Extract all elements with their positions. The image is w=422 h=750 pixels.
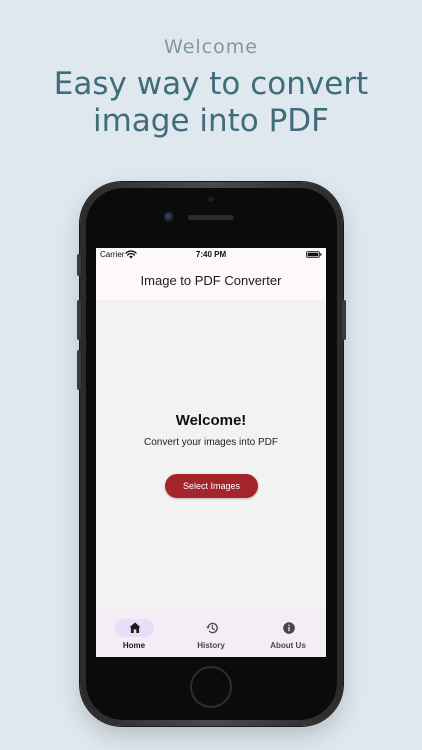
volume-up-button [77, 300, 81, 340]
history-icon [206, 622, 218, 634]
proximity-sensor [208, 196, 214, 202]
nav-item-about-us[interactable]: About Us [250, 611, 326, 657]
promo-headline-line-1: Easy way to convert [53, 66, 369, 102]
home-hardware-button [190, 666, 232, 708]
app-title: Image to PDF Converter [140, 273, 282, 288]
nav-item-history[interactable]: History [173, 611, 249, 657]
nav-label-history: History [197, 641, 225, 650]
home-icon [129, 622, 141, 633]
nav-label-home: Home [122, 641, 146, 650]
welcome-heading: Welcome! [175, 412, 247, 429]
app-bar: Image to PDF Converter [96, 262, 326, 300]
promo-eyebrow: Welcome [164, 36, 258, 58]
mute-switch [77, 254, 81, 276]
info-icon [283, 622, 295, 634]
earpiece-speaker [188, 215, 234, 220]
status-bar: Carrier 7:40 PM [96, 248, 326, 262]
main-content: Welcome! Convert your images into PDF Se… [96, 300, 326, 611]
battery-icon [306, 251, 322, 258]
app-screen: Carrier 7:40 PM Image to PDF Converter W… [96, 248, 326, 657]
front-camera-icon [164, 212, 174, 222]
welcome-subtitle: Convert your images into PDF [144, 437, 278, 448]
promo-headline-line-2: image into PDF [92, 103, 330, 139]
volume-down-button [77, 350, 81, 390]
power-button [342, 300, 346, 340]
nav-label-about-us: About Us [270, 641, 306, 650]
status-time: 7:40 PM [195, 250, 227, 259]
select-images-button[interactable]: Select Images [165, 474, 258, 498]
nav-item-home[interactable]: Home [96, 611, 172, 657]
promo-headline: Easy way to convert image into PDF [0, 66, 422, 140]
bottom-navigation: Home History About Us [96, 611, 326, 657]
